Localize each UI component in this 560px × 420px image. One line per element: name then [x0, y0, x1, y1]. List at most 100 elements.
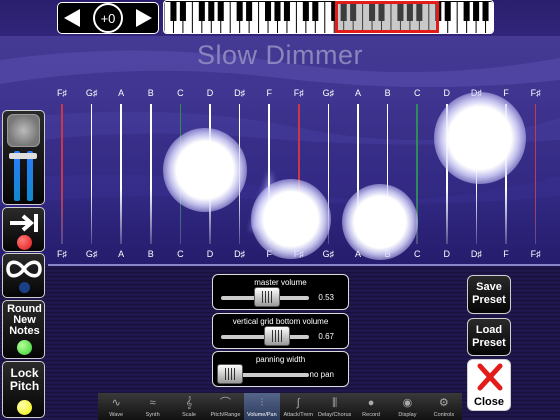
active-note-glow [342, 184, 418, 260]
mixer-icon: ⫶ [260, 397, 264, 409]
note-label-bottom: D [443, 249, 451, 259]
note-label-bottom: F♯ [57, 249, 67, 259]
string[interactable] [150, 104, 152, 244]
delay-icon: ⫼ [332, 397, 338, 409]
note-label-top: F [266, 88, 272, 98]
note-label-bottom: G♯ [322, 249, 335, 259]
active-note-glow [251, 179, 331, 259]
note-label-bottom: B [147, 249, 154, 259]
tab-wave[interactable]: ∿ Wave [98, 393, 134, 420]
close-icon [477, 363, 503, 391]
note-label-top: B [384, 88, 391, 98]
volume-handle[interactable] [9, 153, 37, 159]
note-label-top: G♯ [85, 88, 98, 98]
record-icon: ● [367, 397, 375, 409]
arrow-to-bar-icon [10, 214, 38, 232]
note-label-top: D [443, 88, 451, 98]
string-grid[interactable]: F♯F♯G♯G♯AABBCCDDD♯D♯FFF♯F♯G♯G♯AABBCCDDD♯… [0, 0, 560, 265]
grid-bottom-volume-slider: vertical grid bottom volume 0.67 [212, 313, 349, 349]
tab-label: Attack/Trem [283, 412, 313, 418]
slider-value: 0.53 [318, 293, 334, 302]
note-label-top: B [147, 88, 154, 98]
note-label-top: A [118, 88, 125, 98]
output-volume-control[interactable] [2, 110, 45, 205]
slider-knob[interactable] [217, 364, 243, 384]
tab-synth[interactable]: ≈ Synth [134, 393, 170, 420]
round-led [17, 340, 32, 355]
sustain-led [17, 235, 32, 250]
close-button[interactable]: Close [467, 359, 511, 411]
note-label-top: D [206, 88, 214, 98]
load-preset-button[interactable]: Load Preset [467, 318, 511, 356]
note-label-top: A [354, 88, 362, 98]
tab-scale[interactable]: 𝄞 Scale [171, 393, 207, 420]
panning-width-slider: panning width no pan [212, 351, 349, 387]
tab-pitch-range[interactable]: ⌒ Pitch/Range [207, 393, 243, 420]
tab-attack-trem[interactable]: ∫ Attack/Trem [280, 393, 316, 420]
save-preset-button[interactable]: Save Preset [467, 275, 511, 314]
string[interactable] [90, 104, 93, 244]
note-label-top: C [413, 88, 421, 98]
app-screen: +0 Slow Dimmer F♯F♯G♯G♯AABBCCDDD♯D♯FFF♯F… [0, 0, 560, 420]
note-label-bottom: F [503, 249, 509, 259]
lock-led [17, 400, 32, 415]
tab-label: Pitch/Range [210, 412, 241, 418]
close-label: Close [474, 396, 504, 408]
attack-icon: ∫ [296, 397, 300, 409]
treble-clef-icon: 𝄞 [185, 397, 193, 409]
note-label-top: G♯ [322, 88, 335, 98]
note-label-bottom: F♯ [530, 249, 541, 259]
sustain-button[interactable] [2, 207, 45, 252]
slider-label: master volume [254, 278, 307, 287]
slider-knob[interactable] [254, 287, 281, 307]
tab-display[interactable]: ◉ Display [389, 393, 425, 420]
tab-record[interactable]: ● Record [353, 393, 389, 420]
string[interactable] [120, 104, 122, 244]
lock-pitch-label: Lock Pitch [9, 366, 40, 393]
slider-label: vertical grid bottom volume [232, 317, 329, 326]
round-new-notes-label: Round New Notes [7, 303, 42, 337]
note-label-top: D♯ [234, 88, 246, 98]
tab-label: Scale [182, 412, 196, 418]
gear-icon: ⚙ [438, 397, 449, 409]
tab-delay-chorus[interactable]: ⫼ Delay/Chorus [316, 393, 352, 420]
master-volume-slider: master volume 0.53 [212, 274, 349, 310]
tab-volume-pan[interactable]: ⫶ Volume/Pan [243, 393, 281, 420]
lock-pitch-button[interactable]: Lock Pitch [2, 361, 45, 418]
note-label-bottom: D♯ [234, 249, 246, 259]
note-label-top: F [503, 88, 509, 98]
note-label-bottom: D [206, 249, 214, 259]
note-label-bottom: C [413, 249, 421, 259]
note-label-top: C [177, 88, 184, 98]
wave-icon: ∿ [111, 397, 121, 409]
string[interactable] [61, 104, 63, 244]
round-new-notes-button[interactable]: Round New Notes [2, 300, 45, 359]
slider-value: no pan [309, 370, 334, 379]
note-label-bottom: C [177, 249, 184, 259]
note-label-top: F♯ [530, 88, 541, 98]
active-note-glow [434, 92, 526, 184]
tab-label: Controls [433, 412, 455, 418]
tab-label: Delay/Chorus [317, 412, 352, 418]
string[interactable] [534, 104, 537, 244]
fingerprint-icon [7, 114, 40, 147]
synth-icon: ≈ [149, 397, 156, 409]
note-label-top: F♯ [293, 88, 304, 98]
tab-label: Volume/Pan [246, 412, 277, 418]
loop-button[interactable] [2, 253, 45, 298]
tab-controls[interactable]: ⚙ Controls [426, 393, 462, 420]
tab-label: Display [398, 412, 417, 418]
note-label-bottom: A [118, 249, 125, 259]
slider-knob[interactable] [263, 326, 290, 346]
note-label-bottom: D♯ [470, 249, 482, 259]
tab-label: Record [362, 412, 380, 418]
note-label-top: F♯ [57, 88, 67, 98]
note-label-bottom: G♯ [85, 249, 98, 259]
pitch-icon: ⌒ [219, 397, 231, 409]
active-note-glow [163, 128, 247, 212]
tab-label: Wave [109, 412, 124, 418]
loop-led [19, 282, 30, 293]
tab-bar: ∿ Wave ≈ Synth 𝄞 Scale ⌒ Pitch/Range ⫶ Volume/Pan… [98, 393, 462, 420]
slider-label: panning width [255, 355, 306, 364]
infinity-icon [6, 260, 42, 278]
